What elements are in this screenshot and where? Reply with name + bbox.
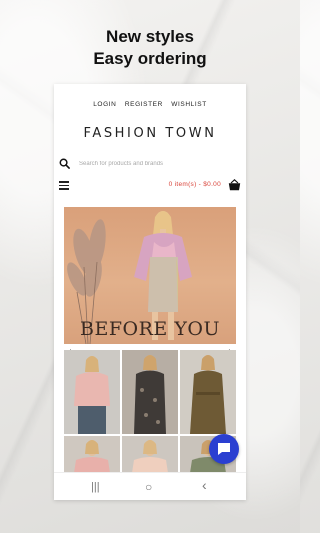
phone-screen: LOGIN REGISTER WISHLIST FASHION TOWN 0 i…: [54, 84, 246, 500]
brand-logo[interactable]: FASHION TOWN: [54, 126, 246, 141]
menu-cart-row: 0 item(s) - $0.00: [59, 179, 241, 193]
product-tile[interactable]: [180, 350, 236, 434]
product-tile[interactable]: [64, 350, 120, 434]
home-button[interactable]: ○: [145, 481, 152, 493]
register-link[interactable]: REGISTER: [125, 101, 163, 108]
hero-banner[interactable]: BEFORE YOU: [64, 207, 236, 344]
hero-caption: BEFORE YOU: [80, 318, 220, 340]
chat-bubble-icon: [218, 443, 230, 455]
search-input[interactable]: [79, 158, 239, 169]
chat-button[interactable]: [209, 434, 239, 464]
promo-headline: New styles Easy ordering: [0, 26, 300, 70]
product-tile[interactable]: [122, 350, 178, 434]
product-tile[interactable]: [122, 436, 178, 473]
recent-apps-button[interactable]: |||: [91, 481, 100, 493]
back-button[interactable]: ‹: [202, 478, 207, 492]
cart-summary[interactable]: 0 item(s) - $0.00: [169, 181, 221, 188]
promo-line-2: Easy ordering: [93, 49, 207, 68]
wishlist-link[interactable]: WISHLIST: [171, 101, 207, 108]
search-icon[interactable]: [59, 158, 70, 169]
top-nav: LOGIN REGISTER WISHLIST: [54, 101, 246, 108]
search-bar: [59, 157, 241, 171]
system-nav-bar: ||| ○ ‹: [54, 472, 246, 500]
hamburger-menu-icon[interactable]: [59, 181, 69, 190]
product-tile[interactable]: [64, 436, 120, 473]
shopping-basket-icon[interactable]: [228, 179, 241, 191]
login-link[interactable]: LOGIN: [93, 101, 116, 108]
promo-line-1: New styles: [106, 27, 194, 46]
